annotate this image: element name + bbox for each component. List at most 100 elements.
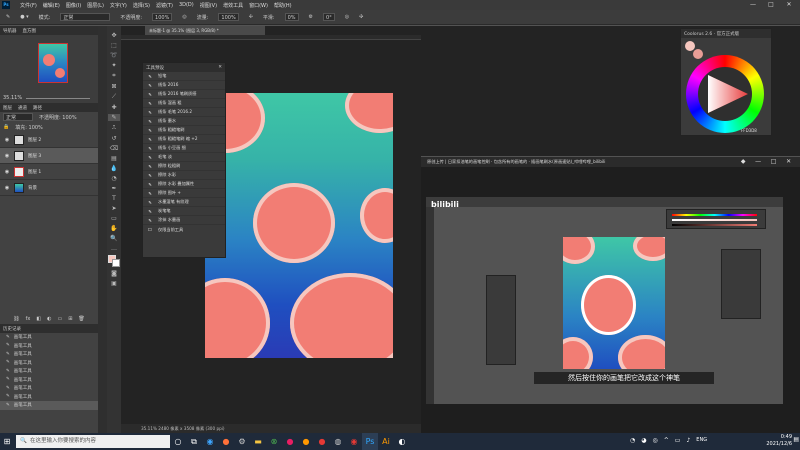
menu-item-filter[interactable]: 滤镜(T) bbox=[156, 2, 173, 9]
dodge-tool-icon[interactable]: ◔ bbox=[111, 175, 116, 182]
history-item[interactable]: ✎ 画笔工具 bbox=[0, 359, 98, 368]
taskbar-clock[interactable]: 0:49 2021/12/6 bbox=[752, 434, 792, 448]
canvas-artwork[interactable] bbox=[205, 93, 393, 358]
brush-preset-item[interactable]: ✎ 擦除 图叶 + bbox=[143, 189, 225, 198]
chevron-up-icon[interactable]: ^ bbox=[664, 437, 669, 444]
brush-preset-item[interactable]: ✎ 水墨湿笔 有纹理 bbox=[143, 198, 225, 207]
eye-icon[interactable]: ◉ bbox=[4, 137, 10, 143]
brush-tool-icon[interactable]: ✎ bbox=[6, 14, 10, 20]
tab-history[interactable]: 历史记录 bbox=[3, 326, 21, 332]
smoothing-settings-icon[interactable]: ⚙ bbox=[309, 14, 313, 20]
adjustment-icon[interactable]: ◐ bbox=[47, 316, 51, 324]
layer-row-1[interactable]: ◉ 图层 1 bbox=[0, 164, 98, 180]
eraser-tool-icon[interactable]: ⌫ bbox=[110, 145, 118, 152]
trash-icon[interactable]: 🗑 bbox=[78, 316, 84, 324]
opacity-field[interactable]: 100% bbox=[152, 13, 173, 21]
smoothing-field[interactable]: 0% bbox=[284, 13, 299, 21]
menu-item-image[interactable]: 图像(I) bbox=[66, 2, 81, 9]
menu-item-view[interactable]: 视图(V) bbox=[200, 2, 217, 9]
menu-item-file[interactable]: 文件(F) bbox=[20, 2, 37, 9]
panel-divider[interactable] bbox=[98, 26, 107, 433]
layer-row-background[interactable]: ◉ 背景 bbox=[0, 180, 98, 196]
zoom-slider[interactable] bbox=[26, 97, 90, 99]
gradient-tool-icon[interactable]: ▤ bbox=[111, 155, 117, 162]
color-swatches[interactable] bbox=[108, 255, 120, 267]
netease-music-icon[interactable]: ● bbox=[314, 433, 330, 450]
brush-preset-picker[interactable]: ● ▾ bbox=[20, 14, 28, 20]
lasso-tool-icon[interactable]: ➰ bbox=[110, 52, 117, 59]
eyedropper-icon[interactable]: ⟋ bbox=[112, 93, 116, 101]
pressure-opacity-icon[interactable]: ◎ bbox=[182, 14, 186, 20]
menu-item-window[interactable]: 窗口(W) bbox=[249, 2, 268, 9]
eye-icon[interactable]: ◉ bbox=[4, 185, 10, 191]
close-icon[interactable]: ✕ bbox=[786, 158, 791, 166]
keyboard-language[interactable]: ENG bbox=[696, 437, 707, 444]
history-item[interactable]: ✎ 画笔工具 bbox=[0, 367, 98, 376]
maximize-icon[interactable]: □ bbox=[771, 158, 777, 166]
history-item[interactable]: ✎ 画笔工具 bbox=[0, 376, 98, 385]
photoshop-taskbar-icon[interactable]: Ps bbox=[362, 433, 378, 450]
tab-channels[interactable]: 通道 bbox=[18, 105, 27, 111]
crop-tool-icon[interactable]: ⌗ bbox=[112, 72, 115, 80]
history-item[interactable]: ✎ 画笔工具 bbox=[0, 393, 98, 402]
app-icon[interactable]: ◎ bbox=[653, 437, 658, 444]
angle-field[interactable]: 0° bbox=[323, 13, 335, 21]
brush-preset-item[interactable]: ✎ 擦除 粒粗刷 bbox=[143, 162, 225, 171]
menu-item-help[interactable]: 帮助(H) bbox=[274, 2, 292, 9]
quick-mask-icon[interactable]: ◙ bbox=[111, 270, 117, 277]
hex-value[interactable]: FFD3D8 bbox=[741, 128, 757, 133]
brush-preset-item[interactable]: ✎ 线条 2016 bbox=[143, 81, 225, 90]
color-triangle-area[interactable] bbox=[698, 67, 752, 121]
pen-tool-icon[interactable]: ✒ bbox=[111, 185, 116, 192]
type-tool-icon[interactable]: T bbox=[112, 195, 116, 202]
brush-preset-item[interactable]: ✎ 擦除 水彩 叠加属性 bbox=[143, 180, 225, 189]
screen-mode-icon[interactable]: ▣ bbox=[111, 280, 117, 287]
healing-brush-icon[interactable]: ✚ bbox=[111, 104, 116, 111]
brush-preset-item[interactable]: ✎ 涂抹 水墨画 bbox=[143, 216, 225, 225]
blur-tool-icon[interactable]: 💧 bbox=[110, 165, 117, 172]
eye-icon[interactable]: ◉ bbox=[4, 153, 10, 159]
tab-histogram[interactable]: 直方图 bbox=[23, 28, 37, 34]
menu-item-3d[interactable]: 3D(D) bbox=[179, 2, 194, 8]
brush-preset-item[interactable]: ✎ 炭笔笔 bbox=[143, 207, 225, 216]
fx-icon[interactable]: fx bbox=[26, 316, 31, 324]
menu-item-plugins[interactable]: 增效工具 bbox=[223, 2, 243, 9]
brush-preset-item[interactable]: ✎ 毛笔 淡 bbox=[143, 153, 225, 162]
path-select-icon[interactable]: ➤ bbox=[111, 205, 116, 212]
menu-item-layer[interactable]: 图层(L) bbox=[87, 2, 104, 9]
close-button[interactable]: ✕ bbox=[780, 0, 798, 10]
color-triangle[interactable] bbox=[698, 67, 752, 121]
pressure-size-icon[interactable]: ◎ bbox=[345, 14, 349, 20]
history-item[interactable]: ✎ 画笔工具 bbox=[0, 342, 98, 351]
layer-row-3[interactable]: ◉ 图层 3 bbox=[0, 148, 98, 164]
shape-tool-icon[interactable]: ▭ bbox=[111, 215, 117, 222]
blend-mode-select[interactable]: 正常 bbox=[3, 113, 33, 121]
navigator-thumbnail[interactable] bbox=[38, 43, 68, 83]
brush-preset-item[interactable]: ✎ 线条 粗糙笔刷 缩 +2 bbox=[143, 135, 225, 144]
brush-preset-item[interactable]: ✎ 铅笔 bbox=[143, 72, 225, 81]
layer-opacity[interactable]: 不透明度: 100% bbox=[39, 114, 77, 121]
history-item[interactable]: ✎ 画笔工具 bbox=[0, 384, 98, 393]
history-item[interactable]: ✎ 画笔工具 bbox=[0, 401, 98, 410]
qq-icon[interactable]: ◔ bbox=[630, 437, 635, 444]
pin-icon[interactable]: ◆ bbox=[741, 158, 746, 166]
checkbox-icon[interactable]: ☐ bbox=[147, 227, 153, 232]
tab-paths[interactable]: 路径 bbox=[33, 105, 42, 111]
steam-icon[interactable]: ⚙ bbox=[234, 433, 250, 450]
previous-color-swatch[interactable] bbox=[693, 49, 703, 59]
menu-item-edit[interactable]: 编辑(E) bbox=[43, 2, 60, 9]
app-icon[interactable]: ◍ bbox=[330, 433, 346, 450]
close-icon[interactable]: ✕ bbox=[218, 65, 222, 70]
brush-preset-item[interactable]: ✎ 线条 粗糙笔刷 bbox=[143, 126, 225, 135]
task-view-icon[interactable]: ⧉ bbox=[186, 433, 202, 450]
firefox-icon[interactable]: ● bbox=[218, 433, 234, 450]
folder-icon[interactable]: ▭ bbox=[57, 316, 62, 324]
app-icon[interactable]: ◐ bbox=[394, 433, 410, 450]
wechat-icon[interactable]: ◕ bbox=[641, 437, 646, 444]
link-icon[interactable]: ⛓ bbox=[13, 316, 19, 324]
airbrush-icon[interactable]: ✢ bbox=[249, 14, 253, 20]
history-item[interactable]: ✎ 画笔工具 bbox=[0, 350, 98, 359]
eye-icon[interactable]: ◉ bbox=[4, 169, 10, 175]
lock-icon[interactable]: 🔒 bbox=[3, 124, 9, 130]
brush-tool-icon[interactable]: ✎ bbox=[108, 114, 120, 121]
